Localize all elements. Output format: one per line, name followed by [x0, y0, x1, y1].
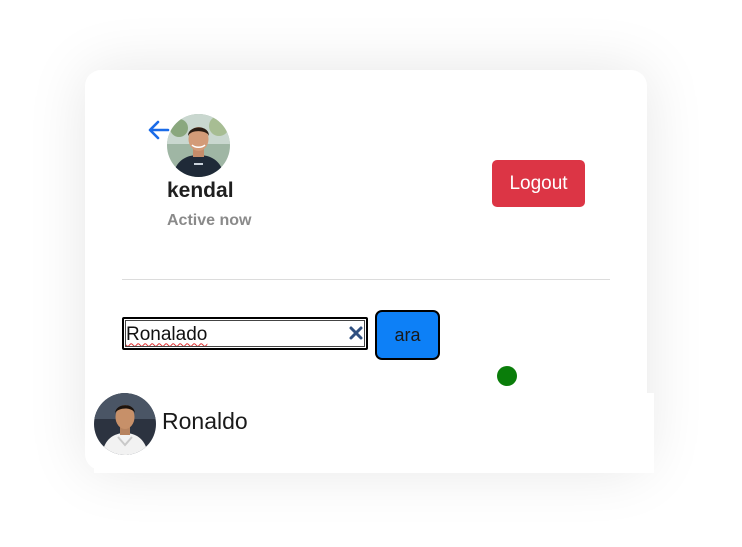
search-result-item[interactable]: Ronaldo — [94, 393, 654, 473]
logout-button[interactable]: Logout — [492, 160, 585, 207]
search-input[interactable] — [122, 317, 368, 350]
search-field — [122, 317, 368, 350]
user-avatar — [167, 114, 230, 177]
clear-icon[interactable] — [348, 325, 364, 341]
online-status-dot — [497, 366, 517, 386]
divider — [122, 279, 610, 280]
status-text: Active now — [167, 212, 252, 229]
result-avatar — [94, 393, 156, 455]
username: kendal — [167, 179, 234, 202]
result-name: Ronaldo — [162, 408, 248, 434]
search-button[interactable]: ara — [375, 310, 440, 360]
